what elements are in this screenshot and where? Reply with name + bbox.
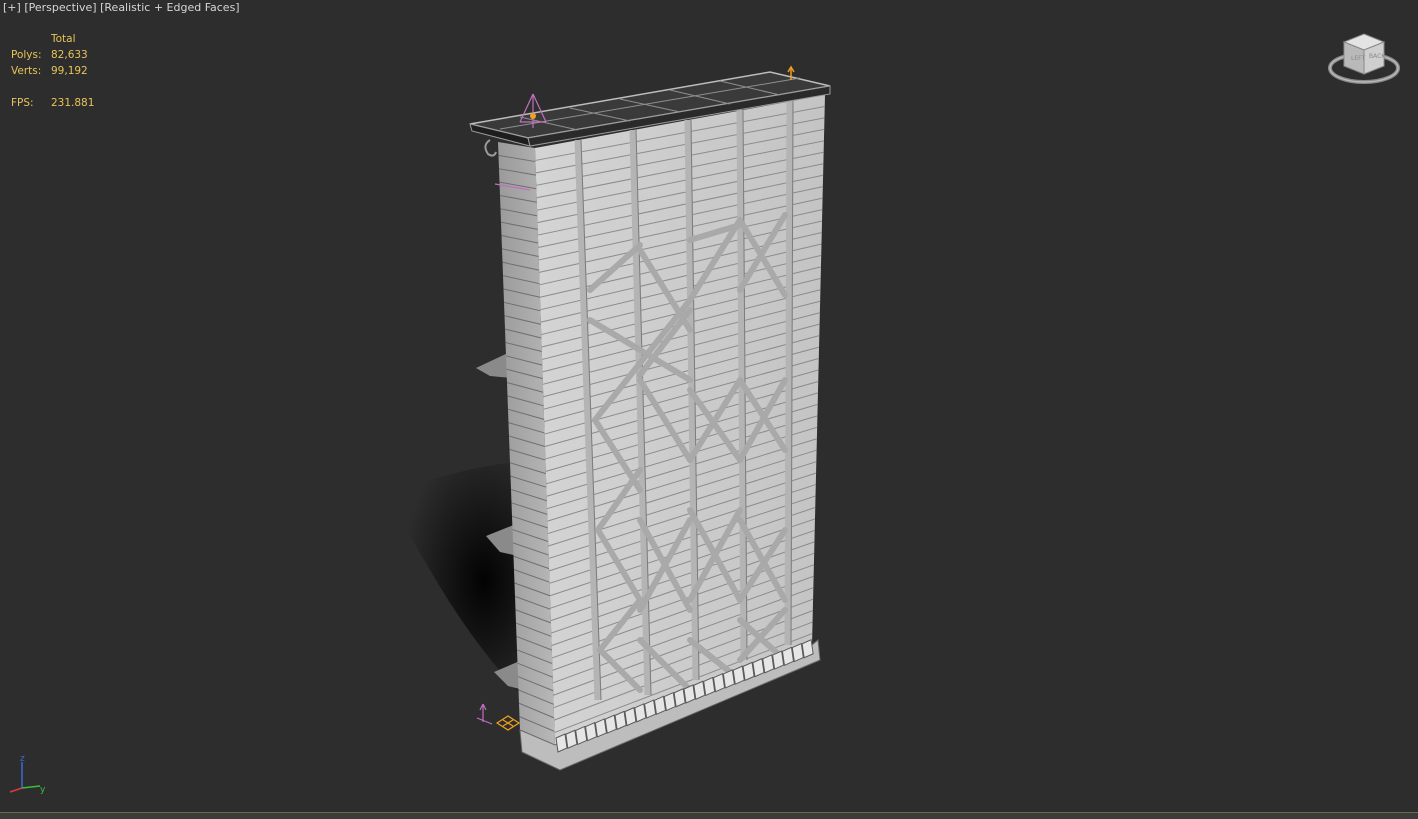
axis-z-label: z (20, 754, 25, 764)
vertical-post (784, 99, 794, 646)
helper-box-orange (495, 715, 521, 731)
helper-point-orange (530, 113, 536, 119)
axis-y-label: y (40, 785, 46, 795)
model-scene (388, 65, 831, 771)
svg-text:LEFT: LEFT (1351, 55, 1365, 62)
model-shadow (388, 462, 525, 700)
svg-text:BACK: BACK (1369, 53, 1386, 60)
axis-tripod: z y (9, 754, 46, 795)
viewcube-gizmo[interactable]: LEFT BACK (1326, 28, 1402, 88)
side-pipe (484, 139, 497, 157)
perspective-viewport[interactable]: [+] [Perspective] [Realistic + Edged Fac… (0, 0, 1418, 818)
